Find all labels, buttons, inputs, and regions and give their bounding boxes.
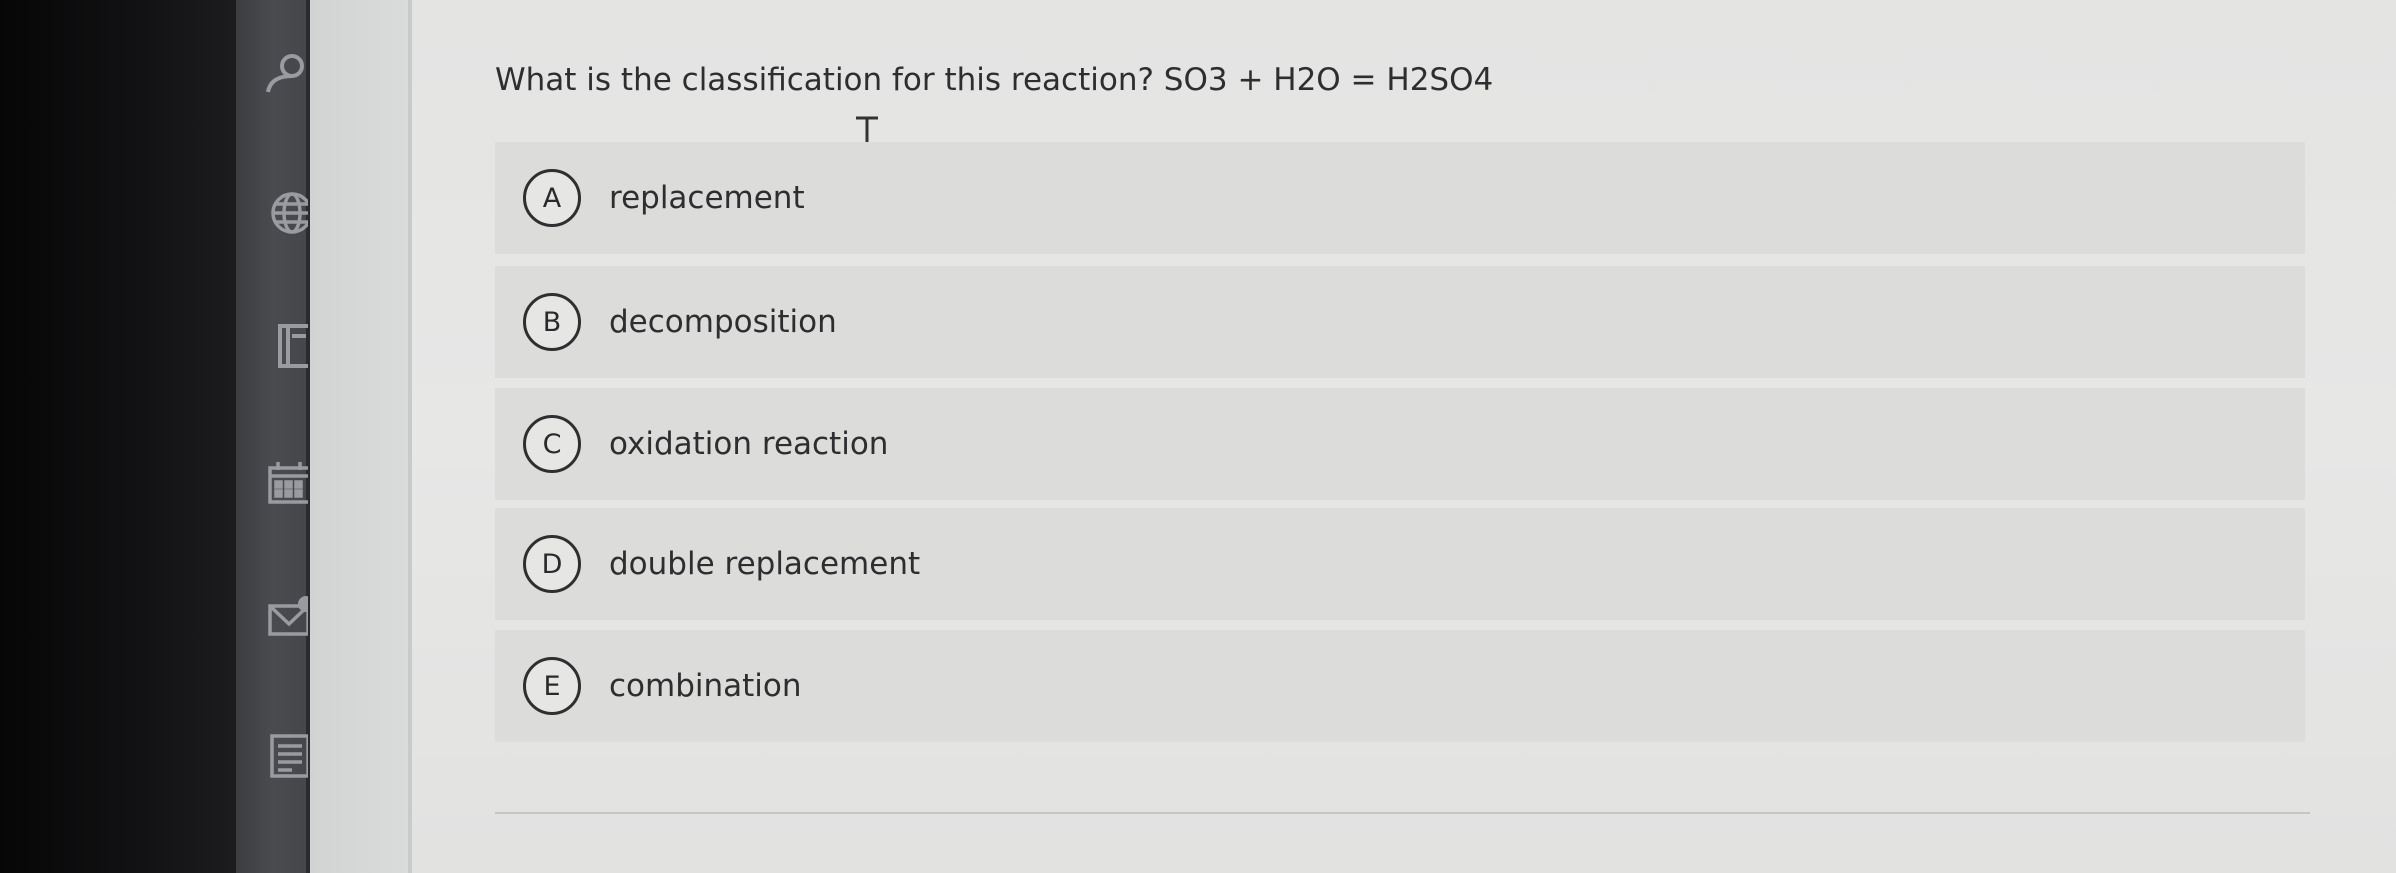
book-icon[interactable]: [262, 322, 308, 368]
screen: What is the classification for this reac…: [0, 0, 2396, 873]
user-icon[interactable]: [262, 48, 308, 94]
option-label: double replacement: [609, 546, 921, 582]
question-text: What is the classification for this reac…: [495, 62, 1494, 98]
calendar-icon[interactable]: [262, 460, 308, 506]
option-label: replacement: [609, 180, 805, 216]
mail-icon[interactable]: [262, 596, 308, 642]
option-b[interactable]: B decomposition: [495, 266, 2305, 378]
option-label: combination: [609, 668, 802, 704]
option-a[interactable]: A replacement: [495, 142, 2305, 254]
option-letter-badge: C: [523, 415, 581, 473]
option-letter-badge: A: [523, 169, 581, 227]
globe-icon[interactable]: [262, 190, 308, 236]
option-letter-badge: B: [523, 293, 581, 351]
option-label: decomposition: [609, 304, 837, 340]
option-d[interactable]: D double replacement: [495, 508, 2305, 620]
option-c[interactable]: C oxidation reaction: [495, 388, 2305, 500]
content-gutter: [310, 0, 410, 873]
divider-line: [495, 812, 2310, 814]
monitor-bezel: [0, 0, 236, 873]
option-letter-badge: D: [523, 535, 581, 593]
option-label: oxidation reaction: [609, 426, 889, 462]
option-letter-badge: E: [523, 657, 581, 715]
document-icon[interactable]: [262, 732, 308, 778]
option-e[interactable]: E combination: [495, 630, 2305, 742]
